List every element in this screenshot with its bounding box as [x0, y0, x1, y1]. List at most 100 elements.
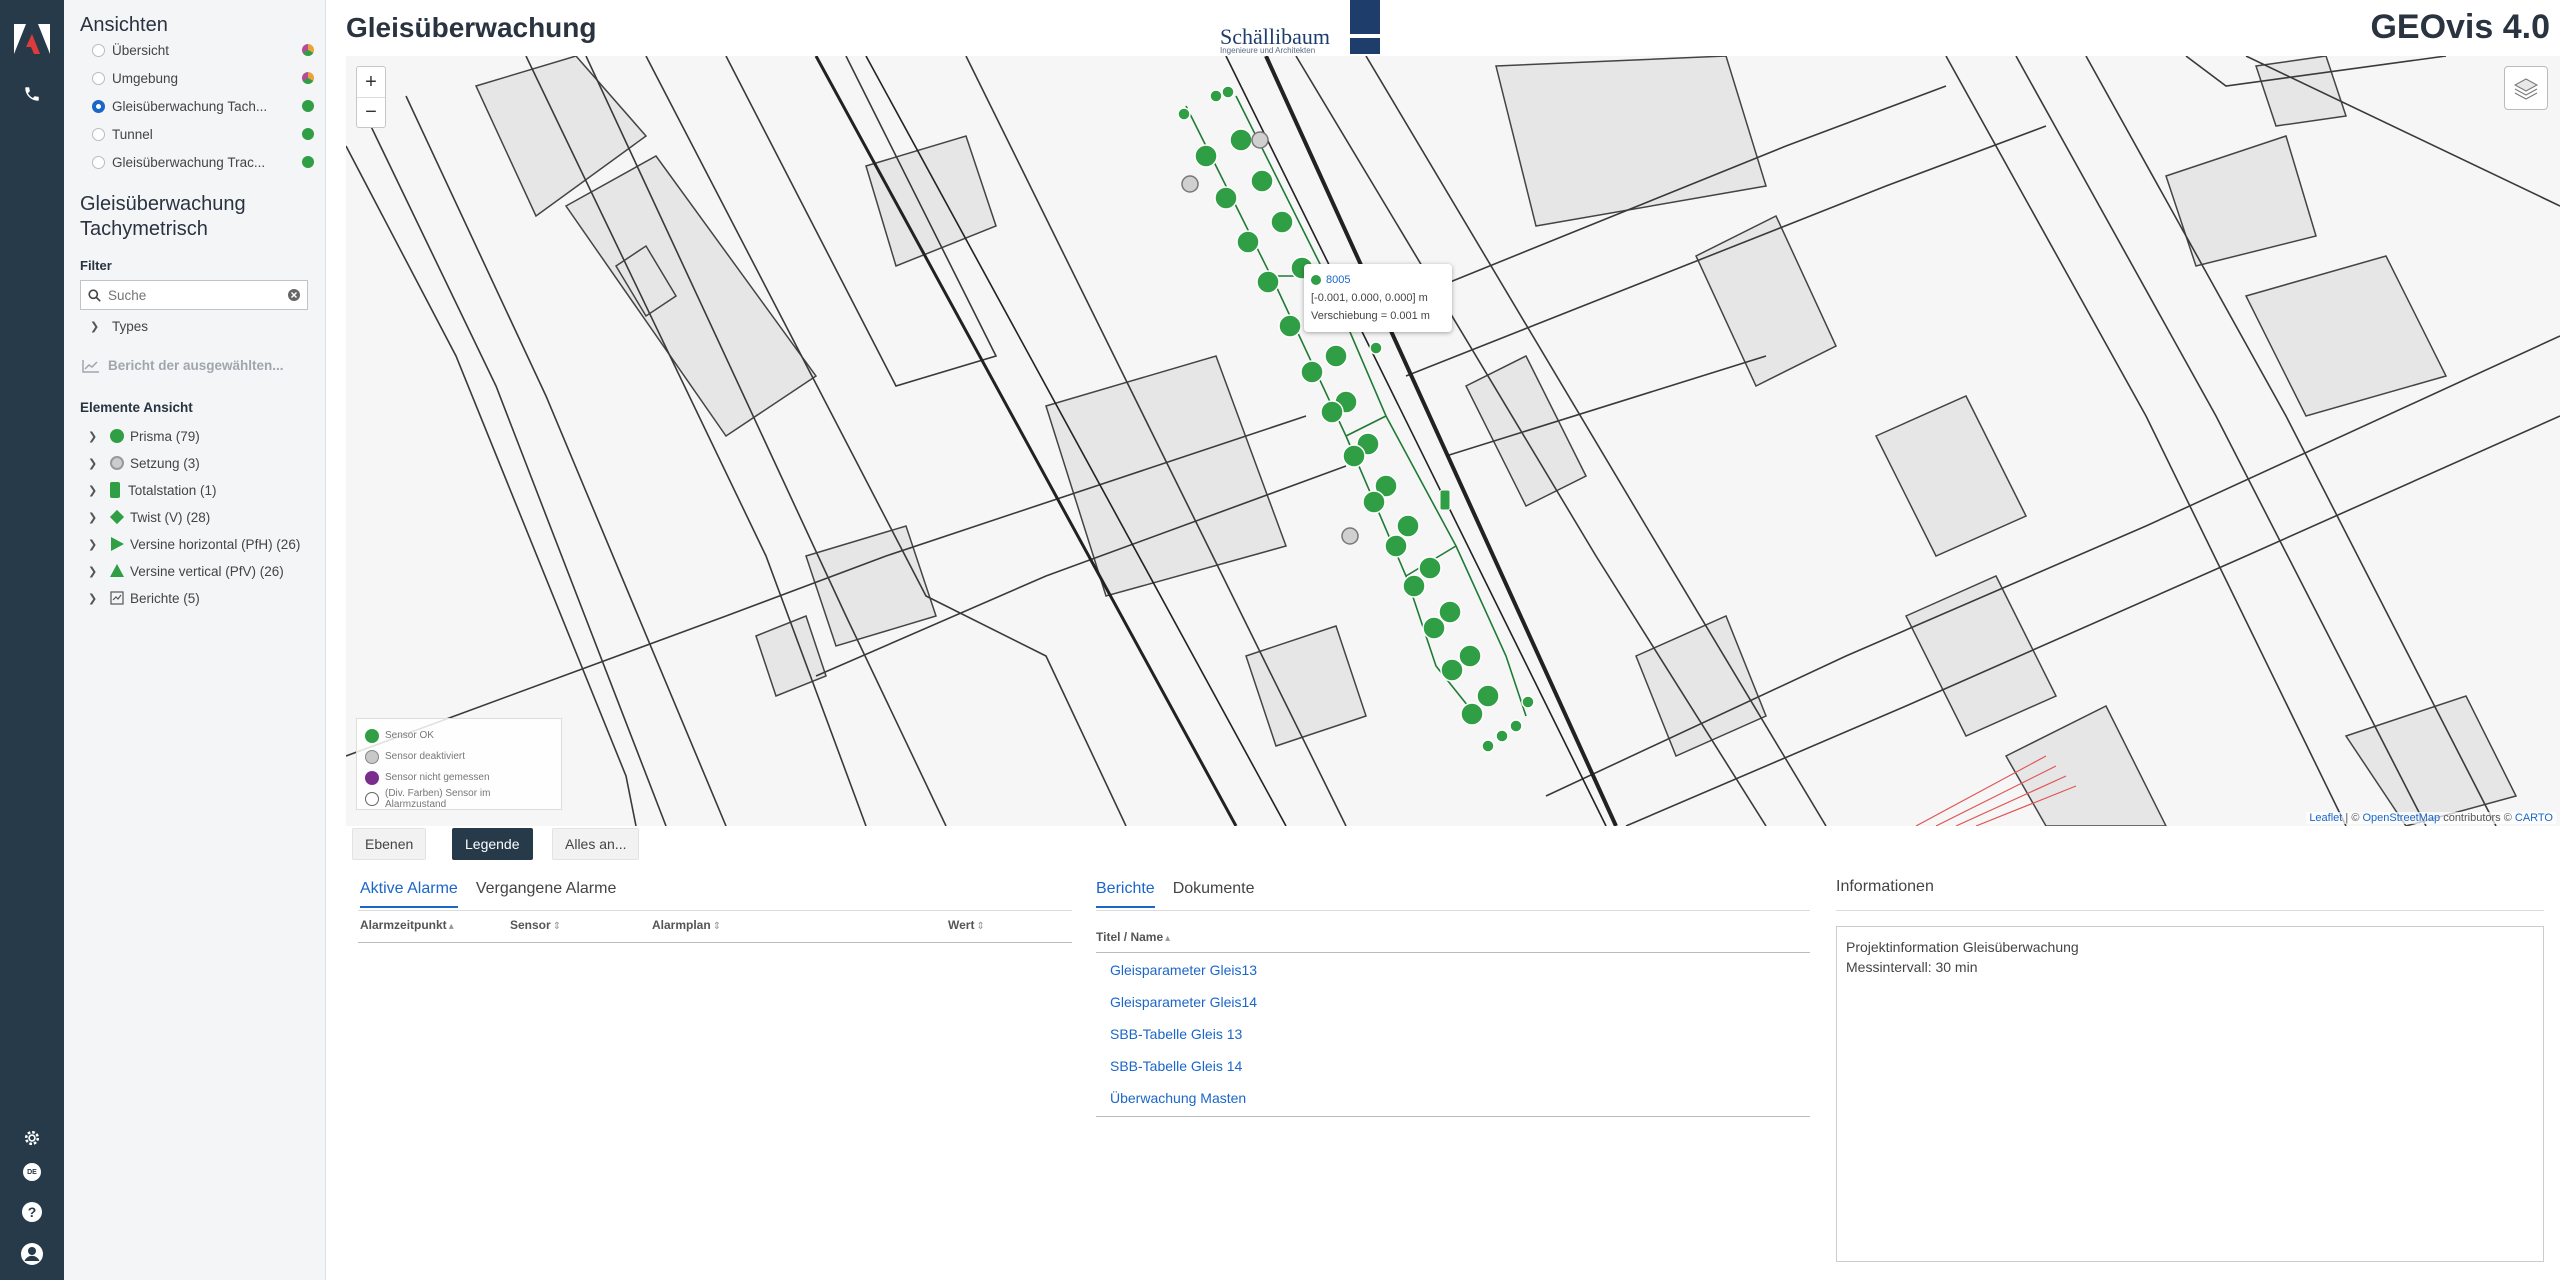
report-selected-link[interactable]: Bericht der ausgewählten... — [82, 358, 284, 373]
chevron-right-icon[interactable]: ❯ — [90, 320, 102, 333]
sensor-deactivated-icon — [365, 749, 379, 764]
brand-logo: Schällibaum Ingenieure und Architekten — [1214, 0, 1384, 58]
zoom-control: + − — [356, 66, 386, 128]
sensor-not-measured-icon — [365, 770, 379, 785]
layers-toggle-button[interactable]: Ebenen — [352, 828, 427, 860]
search-box[interactable] — [80, 280, 308, 310]
view-radio-selected[interactable] — [92, 99, 105, 113]
search-icon — [88, 288, 101, 302]
types-node[interactable]: ❯ Types — [90, 314, 148, 338]
user-icon[interactable] — [18, 1240, 46, 1268]
sort-icon: ⇕ — [712, 921, 722, 932]
settlement-icon — [110, 456, 124, 470]
column-alarm-plan[interactable]: Alarmplan ⇕ — [652, 918, 721, 932]
brand-mark-icon — [1350, 0, 1380, 54]
view-radio[interactable] — [92, 127, 105, 141]
sort-asc-icon: ▴ — [448, 921, 454, 932]
phone-icon[interactable] — [18, 80, 46, 108]
view-label: Umgebung — [112, 70, 179, 86]
alarm-tabs: Aktive Alarme Vergangene Alarme — [360, 880, 634, 908]
brand-tagline: Ingenieure und Architekten — [1220, 46, 1316, 55]
column-label: Titel / Name — [1096, 930, 1164, 944]
leaflet-link[interactable]: Leaflet — [2309, 812, 2342, 824]
view-title: Gleisüberwachung Tachymetrisch — [80, 192, 246, 242]
chevron-right-icon[interactable]: ❯ — [88, 592, 100, 605]
elements-title: Elemente Ansicht — [80, 400, 193, 415]
sensor-ok-icon — [1311, 275, 1321, 285]
help-icon[interactable]: ? — [18, 1198, 46, 1226]
osm-link[interactable]: OpenStreetMap — [2362, 812, 2440, 824]
divider — [358, 942, 1072, 943]
view-item-environment[interactable]: Umgebung — [92, 66, 314, 90]
view-item-tunnel[interactable]: Tunnel — [92, 122, 314, 146]
legend-label: (Div. Farben) Sensor im Alarmzustand — [385, 787, 491, 810]
view-item-overview[interactable]: Übersicht — [92, 38, 314, 62]
column-title[interactable]: Titel / Name ▴ — [1096, 930, 1170, 944]
element-prisma[interactable]: ❯ Prisma (79) — [88, 424, 200, 448]
element-versine-v[interactable]: ❯ Versine vertical (PfV) (26) — [88, 559, 284, 583]
column-alarm-time[interactable]: Alarmzeitpunkt ▴ — [360, 918, 454, 932]
chevron-right-icon[interactable]: ❯ — [88, 457, 100, 470]
language-icon[interactable]: DE — [18, 1158, 46, 1186]
chevron-right-icon[interactable]: ❯ — [88, 565, 100, 578]
report-link[interactable]: SBB-Tabelle Gleis 13 — [1110, 1026, 1242, 1042]
legend-toggle-button[interactable]: Legende — [452, 828, 533, 860]
chevron-right-icon[interactable]: ❯ — [88, 484, 100, 497]
zoom-in-button[interactable]: + — [357, 67, 385, 97]
map-view[interactable]: + − 8005 [-0.001, 0.000, 0.000] m Versch… — [346, 56, 2560, 826]
tab-past-alarms[interactable]: Vergangene Alarme — [476, 880, 617, 908]
view-item-track-trac[interactable]: Gleisüberwachung Trac... — [92, 150, 314, 174]
legend-row: Sensor nicht gemessen — [365, 767, 553, 788]
divider — [1096, 952, 1810, 953]
sort-icon: ⇕ — [976, 921, 985, 932]
divider — [1836, 910, 2544, 911]
element-berichte[interactable]: ❯ Berichte (5) — [88, 586, 200, 610]
popup-id-text[interactable]: 8005 — [1326, 271, 1350, 289]
carto-link[interactable]: CARTO — [2515, 812, 2553, 824]
column-label: Sensor — [510, 918, 551, 932]
report-link[interactable]: Überwachung Masten — [1110, 1090, 1246, 1106]
gear-icon[interactable] — [18, 1124, 46, 1152]
tab-active-alarms[interactable]: Aktive Alarme — [360, 880, 458, 908]
tab-documents[interactable]: Dokumente — [1173, 880, 1255, 908]
element-versine-h[interactable]: ❯ Versine horizontal (PfH) (26) — [88, 532, 300, 556]
element-totalstation[interactable]: ❯ Totalstation (1) — [88, 478, 217, 502]
chevron-right-icon[interactable]: ❯ — [88, 538, 100, 551]
map-legend: Sensor OK Sensor deaktiviert Sensor nich… — [356, 718, 562, 810]
chevron-right-icon[interactable]: ❯ — [88, 511, 100, 524]
search-input[interactable] — [108, 287, 288, 303]
legend-row: (Div. Farben) Sensor im Alarmzustand — [365, 787, 553, 810]
zoom-out-button[interactable]: − — [357, 97, 385, 127]
tab-reports[interactable]: Berichte — [1096, 880, 1155, 908]
sensor-alarm-icon — [365, 791, 379, 806]
element-label: Versine vertical (PfV) (26) — [130, 563, 284, 579]
element-label: Twist (V) (28) — [130, 509, 211, 525]
layers-button[interactable] — [2504, 66, 2548, 110]
all-on-button[interactable]: Alles an... — [552, 828, 640, 860]
clear-icon[interactable] — [288, 289, 300, 301]
column-value[interactable]: Wert ⇕ — [948, 918, 985, 932]
chevron-right-icon[interactable]: ❯ — [88, 430, 100, 443]
element-label: Prisma (79) — [130, 428, 200, 444]
view-title-line1: Gleisüberwachung — [80, 193, 246, 215]
page-title: Gleisüberwachung — [346, 12, 597, 43]
legend-row: Sensor OK — [365, 725, 553, 746]
status-ok-icon — [302, 128, 314, 140]
element-setzung[interactable]: ❯ Setzung (3) — [88, 451, 200, 475]
view-radio[interactable] — [92, 71, 105, 85]
adobe-logo-icon[interactable] — [14, 24, 50, 54]
element-twist[interactable]: ❯ Twist (V) (28) — [88, 505, 210, 529]
column-sensor[interactable]: Sensor ⇕ — [510, 918, 561, 932]
map-attribution: Leaflet | © OpenStreetMap contributors ©… — [2306, 812, 2556, 824]
product-name: GEOvis 4.0 — [2370, 8, 2550, 46]
map-canvas[interactable] — [346, 56, 2560, 826]
view-item-track-tachy[interactable]: Gleisüberwachung Tach... — [92, 94, 314, 118]
view-radio[interactable] — [92, 43, 105, 57]
report-link[interactable]: Gleisparameter Gleis14 — [1110, 994, 1257, 1010]
view-radio[interactable] — [92, 155, 105, 169]
report-link[interactable]: Gleisparameter Gleis13 — [1110, 962, 1257, 978]
popup-sensor-id[interactable]: 8005 — [1311, 271, 1445, 289]
report-link[interactable]: SBB-Tabelle Gleis 14 — [1110, 1058, 1242, 1074]
info-title: Informationen — [1836, 878, 1934, 895]
info-line: Messintervall: 30 min — [1846, 959, 1978, 975]
